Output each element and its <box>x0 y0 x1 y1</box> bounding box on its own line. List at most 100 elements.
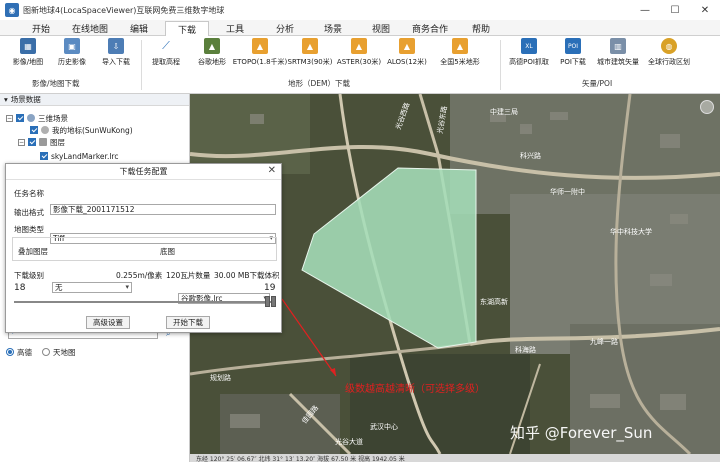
compass-icon[interactable] <box>700 100 714 114</box>
collapse-icon[interactable]: − <box>6 114 13 122</box>
city-building-vector-button[interactable]: ▥ 城市建筑矢量 <box>594 38 642 72</box>
tab-edit[interactable]: 编辑 <box>124 21 154 36</box>
level-slider-track[interactable] <box>14 301 276 303</box>
map-image-icon: ▦ <box>20 38 36 54</box>
road-label: 科兴路 <box>520 151 541 160</box>
tab-tools[interactable]: 工具 <box>220 21 250 36</box>
global-admin-division-button[interactable]: ◍ 全球行政区划 <box>644 38 694 72</box>
mountain-download-icon: ▲ <box>399 38 415 54</box>
tree-item-3d-scene[interactable]: − 三维场景 <box>6 112 68 124</box>
google-terrain-button[interactable]: ▲ 谷歌地形 <box>190 38 234 72</box>
maximize-button[interactable]: ☐ <box>660 0 690 20</box>
resolution-text: 0.255m/像素 <box>116 271 163 280</box>
road-label: 九峰一路 <box>590 337 618 346</box>
place-label: 华师一附中 <box>550 187 585 196</box>
checkbox[interactable] <box>30 126 38 134</box>
aster-button[interactable]: ▲ ASTER(30米) <box>336 38 382 72</box>
level-slider-range <box>14 301 276 303</box>
mountain-download-icon: ▲ <box>252 38 268 54</box>
mountain-download-icon: ▲ <box>452 38 468 54</box>
excel-icon: XL <box>521 38 537 54</box>
base-map-label: 底图 <box>160 247 175 256</box>
level-slider-high-handle[interactable] <box>271 296 276 307</box>
minimize-button[interactable]: — <box>630 0 660 20</box>
terrain-icon: ▲ <box>204 38 220 54</box>
national-5m-terrain-button[interactable]: ▲ 全国5米地形 <box>432 38 488 72</box>
tree-item-layers[interactable]: − 图层 <box>18 136 65 148</box>
collapse-icon[interactable]: − <box>18 138 25 146</box>
poi-download-button[interactable]: POI POI下载 <box>554 38 592 72</box>
tab-download[interactable]: 下载 <box>165 21 209 36</box>
tile-count-text: 120瓦片数量 <box>166 271 211 280</box>
title-bar: ◉ 图新地球4(LocaSpaceViewer)互联网免费三维数字地球 — ☐ … <box>0 0 720 20</box>
globe-icon <box>27 114 35 122</box>
level-min-value: 18 <box>14 283 26 293</box>
place-label: 东湖高新 <box>480 297 508 306</box>
start-download-button[interactable]: 开始下载 <box>166 316 210 329</box>
radio-selected[interactable] <box>6 348 14 356</box>
tab-scene[interactable]: 场景 <box>318 21 348 36</box>
coordinate-readout: 东经 120° 25′ 06.67″ 北纬 31° 13′ 13.20″ 海拔 … <box>196 455 405 462</box>
watermark: 知乎 @Forever_Sun <box>510 424 652 443</box>
ribbon-toolbar: ▦ 影像/地图 ▣ 历史影像 ⇩ 导入下载 影像/地图下载 ⟋ 提取高程 ▲ 谷… <box>0 36 720 94</box>
road-label: 光谷大道 <box>335 437 363 446</box>
level-slider-low-handle[interactable] <box>264 296 270 307</box>
dialog-title: 下载任务配置 <box>119 167 168 176</box>
tab-view[interactable]: 视图 <box>366 21 396 36</box>
checkbox[interactable] <box>40 152 48 160</box>
extract-elevation-button[interactable]: ⟋ 提取高程 <box>146 38 186 72</box>
tab-analysis[interactable]: 分析 <box>270 21 300 36</box>
annotation-text: 级数越高越清晰（可选择多级） <box>345 382 485 395</box>
poi-icon: POI <box>565 38 581 54</box>
import-icon: ⇩ <box>108 38 124 54</box>
menu-tabs: 开始 在线地图 编辑 下载 工具 分析 场景 视图 商务合作 帮助 <box>0 20 720 36</box>
elevation-line-icon: ⟋ <box>158 38 174 54</box>
tab-start[interactable]: 开始 <box>26 21 56 36</box>
window-controls: — ☐ ✕ <box>630 0 720 20</box>
close-icon[interactable]: ✕ <box>268 165 276 176</box>
tab-help[interactable]: 帮助 <box>466 21 496 36</box>
layers-icon <box>39 138 47 146</box>
format-label: 输出格式 <box>14 208 44 217</box>
history-image-icon: ▣ <box>64 38 80 54</box>
srtm3-button[interactable]: ▲ SRTM3(90米) <box>286 38 334 72</box>
checkbox[interactable] <box>28 138 36 146</box>
tree-item-my-marks[interactable]: 我的地标(SunWuKong) <box>30 124 133 136</box>
import-download-button[interactable]: ⇩ 导入下载 <box>96 38 136 72</box>
group-divider <box>500 40 501 90</box>
tab-online-map[interactable]: 在线地图 <box>68 21 112 36</box>
status-bar: 东经 120° 25′ 06.67″ 北纬 31° 13′ 13.20″ 海拔 … <box>190 454 720 462</box>
tab-business[interactable]: 商务合作 <box>408 21 452 36</box>
overlay-select[interactable]: 无 ▾ <box>52 282 132 293</box>
alos-button[interactable]: ▲ ALOS(12米) <box>384 38 430 72</box>
history-image-button[interactable]: ▣ 历史影像 <box>52 38 92 72</box>
group-label-image: 影像/地图下载 <box>32 79 80 88</box>
close-button[interactable]: ✕ <box>690 0 720 20</box>
chevron-down-icon: ▾ <box>125 283 129 291</box>
task-name-row: 任务名称 <box>14 189 44 198</box>
map-type-group <box>12 237 277 261</box>
etopo-button[interactable]: ▲ ETOPO(1.8千米) <box>233 38 287 72</box>
place-label: 华中科技大学 <box>610 227 652 236</box>
amap-poi-button[interactable]: XL 高德POI抓取 <box>506 38 552 72</box>
checkbox[interactable] <box>16 114 24 122</box>
window-title: 图新地球4(LocaSpaceViewer)互联网免费三维数字地球 <box>23 5 225 15</box>
globe-icon: ◉ <box>5 3 19 17</box>
map-type-label: 地图类型 <box>14 225 44 234</box>
tree-item-marker-file[interactable]: skyLandMarker.lrc <box>40 150 118 162</box>
radio-amap[interactable]: 高德 <box>6 346 32 358</box>
advanced-settings-button[interactable]: 高级设置 <box>86 316 130 329</box>
panel-header: ▾ 场景数据 <box>0 94 189 106</box>
overlay-label: 叠加图层 <box>18 247 48 256</box>
group-divider <box>141 40 142 90</box>
road-label: 科海路 <box>515 345 536 354</box>
group-label-vector: 矢量/POI <box>582 79 613 88</box>
image-map-download-button[interactable]: ▦ 影像/地图 <box>8 38 48 72</box>
building-icon: ▥ <box>610 38 626 54</box>
radio-tianditu[interactable]: 天地图 <box>42 346 76 358</box>
panel-title: 场景数据 <box>10 95 41 104</box>
dialog-title-bar: 下载任务配置 ✕ <box>6 164 281 180</box>
radio-unselected[interactable] <box>42 348 50 356</box>
task-name-input[interactable]: 影像下载_2001171512 <box>50 204 276 215</box>
place-label: 中建三局 <box>490 107 518 116</box>
